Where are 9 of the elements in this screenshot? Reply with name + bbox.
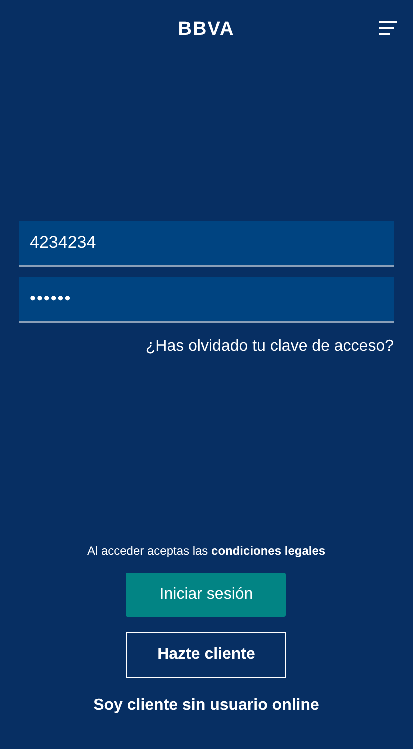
sign-in-button[interactable]: Iniciar sesión xyxy=(126,573,286,617)
menu-icon[interactable] xyxy=(379,21,397,35)
legal-notice: Al acceder aceptas las condiciones legales xyxy=(87,543,326,560)
logo: BBVA xyxy=(178,20,235,39)
online-user-link[interactable]: Soy cliente sin usuario online xyxy=(94,694,320,718)
sign-up-button[interactable]: Hazte cliente xyxy=(126,632,286,678)
user-field[interactable]: 4234234 xyxy=(19,221,394,267)
forgot-password-link[interactable]: ¿Has olvidado tu clave de acceso? xyxy=(146,335,394,359)
password-field[interactable]: •••••• xyxy=(19,277,394,323)
